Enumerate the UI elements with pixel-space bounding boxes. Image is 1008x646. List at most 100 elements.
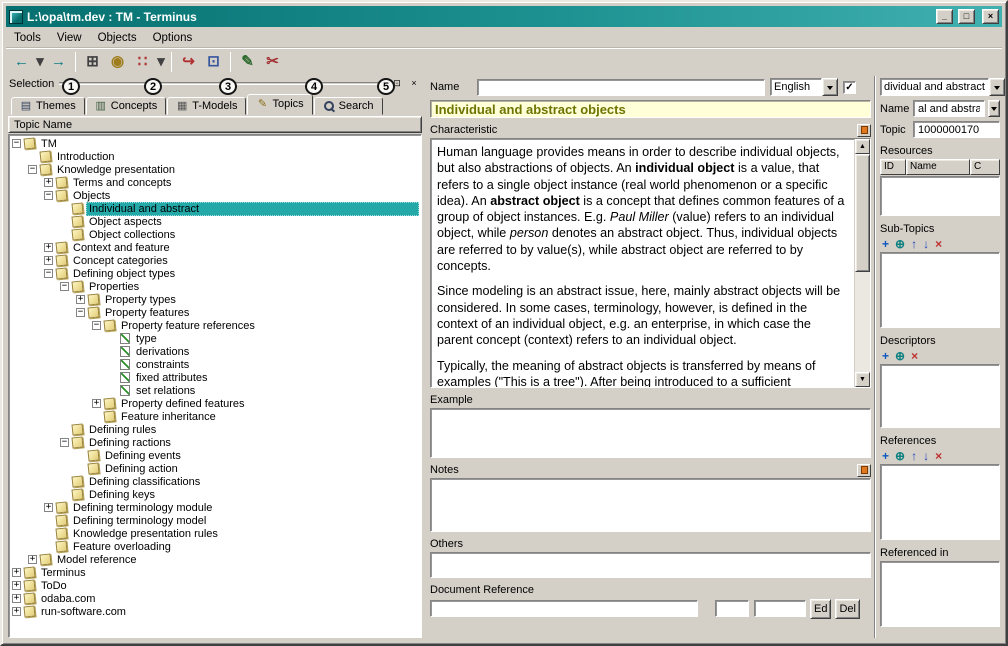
expand-icon[interactable]: + [44, 503, 53, 512]
referenced-in-list[interactable] [880, 561, 1000, 627]
resources-column-name[interactable]: Name [906, 159, 970, 175]
tree-item-label[interactable]: Individual and abstract [86, 201, 419, 216]
tree-item-label[interactable]: Feature overloading [70, 541, 174, 553]
tree-item-label[interactable]: Defining terminology module [70, 502, 215, 514]
subtopic-move-up-icon[interactable]: ↑ [911, 237, 917, 251]
tree-item-label[interactable]: type [133, 333, 160, 345]
check-out-button[interactable]: ↪ [176, 50, 201, 74]
back-button[interactable]: ← [9, 50, 34, 74]
minimize-button[interactable]: _ [936, 9, 953, 24]
expand-icon[interactable]: + [12, 607, 21, 616]
insert-subtopic-icon[interactable]: + [882, 237, 889, 251]
new-topic-button[interactable]: ∷ [130, 50, 155, 74]
title-bar[interactable]: L:\opa\tm.dev : TM - Terminus _ □ × [6, 6, 1002, 27]
tree-item-object-aspects[interactable]: Object aspects [9, 215, 421, 228]
remove-descriptor-icon[interactable]: × [911, 349, 918, 363]
tree-item-feature-inheritance[interactable]: Feature inheritance [9, 410, 421, 423]
expand-icon[interactable]: + [12, 568, 21, 577]
reference-move-up-icon[interactable]: ↑ [911, 449, 917, 463]
resources-column-id[interactable]: ID [880, 159, 906, 175]
new-topic-menu-button[interactable]: ▾ [155, 50, 167, 74]
remove-reference-icon[interactable]: × [935, 449, 942, 463]
tree-item-derivations[interactable]: derivations [9, 345, 421, 358]
tree-item-label[interactable]: Feature inheritance [118, 411, 219, 423]
tree-item-label[interactable]: Property features [102, 307, 192, 319]
tree-item-constraints[interactable]: constraints [9, 358, 421, 371]
tree-item-run-software-com[interactable]: + run-software.com [9, 605, 421, 618]
tree-item-defining-ractions[interactable]: − Defining ractions [9, 436, 421, 449]
insert-descriptor-icon[interactable]: + [882, 349, 889, 363]
tree-item-defining-action[interactable]: Defining action [9, 462, 421, 475]
tab-topics[interactable]: Topics [247, 94, 313, 115]
document-reference-position-input[interactable] [754, 600, 806, 617]
collapse-icon[interactable]: − [60, 282, 69, 291]
descriptors-list[interactable] [880, 364, 1000, 428]
expand-icon[interactable]: + [28, 555, 37, 564]
hierarchy-view-button[interactable]: ⊞ [80, 50, 105, 74]
scroll-down-button[interactable]: ▼ [855, 372, 870, 387]
tab-search[interactable]: Search [313, 97, 383, 115]
menu-item-view[interactable]: View [49, 30, 90, 46]
tree-column-header[interactable]: Topic Name [8, 116, 422, 133]
menu-item-tools[interactable]: Tools [6, 30, 49, 46]
collapse-icon[interactable]: − [76, 308, 85, 317]
expand-icon[interactable]: + [92, 399, 101, 408]
subtopic-move-down-icon[interactable]: ↓ [923, 237, 929, 251]
tree-item-label[interactable]: constraints [133, 359, 192, 371]
scroll-up-button[interactable]: ▲ [855, 139, 870, 154]
tree-item-defining-rules[interactable]: Defining rules [9, 423, 421, 436]
assign-subtopic-icon[interactable]: ⊕ [895, 237, 905, 251]
collapse-icon[interactable]: − [44, 269, 53, 278]
expand-icon[interactable]: + [44, 178, 53, 187]
language-combo-arrow[interactable] [822, 78, 838, 96]
tree-item-object-collections[interactable]: Object collections [9, 228, 421, 241]
characteristic-text[interactable]: Human language provides means in order t… [431, 139, 854, 387]
others-textarea[interactable] [430, 552, 871, 578]
tree-item-label[interactable]: set relations [133, 385, 198, 397]
tree-item-label[interactable]: Property feature references [118, 320, 258, 332]
tree-item-individual-and-abstract[interactable]: Individual and abstract [9, 201, 421, 216]
tree-item-knowledge-presentation[interactable]: − Knowledge presentation [9, 163, 421, 176]
tree-item-property-defined-features[interactable]: + Property defined features [9, 397, 421, 410]
tree-item-label[interactable]: ToDo [38, 580, 70, 592]
tree-item-label[interactable]: Defining action [102, 463, 181, 475]
remove-subtopic-icon[interactable]: × [935, 237, 942, 251]
tree-item-label[interactable]: Knowledge presentation rules [70, 528, 221, 540]
tree-item-concept-categories[interactable]: + Concept categories [9, 254, 421, 267]
tab-t-models[interactable]: T-Models [167, 97, 247, 115]
tree-item-defining-keys[interactable]: Defining keys [9, 488, 421, 501]
tree-item-label[interactable]: Object aspects [86, 216, 165, 228]
edit-properties-button[interactable]: ✎ [235, 50, 260, 74]
notes-textarea[interactable] [430, 478, 871, 532]
insert-reference-icon[interactable]: + [882, 449, 889, 463]
tree-item-introduction[interactable]: Introduction [9, 150, 421, 163]
tree-item-properties[interactable]: − Properties [9, 280, 421, 293]
characteristic-scrollbar[interactable]: ▲ ▼ [854, 139, 870, 387]
references-list[interactable] [880, 464, 1000, 540]
tree-item-label[interactable]: Concept categories [70, 255, 171, 267]
subtopics-list[interactable] [880, 252, 1000, 328]
sidebar-name-more-button[interactable] [988, 100, 1000, 117]
tree-item-label[interactable]: Terms and concepts [70, 177, 174, 189]
tree-item-label[interactable]: Property defined features [118, 398, 248, 410]
tree-item-tm[interactable]: − TM [9, 137, 421, 150]
topic-name-input[interactable] [477, 78, 765, 96]
tree-item-label[interactable]: TM [38, 138, 60, 150]
collapse-icon[interactable]: − [92, 321, 101, 330]
expand-icon[interactable]: + [44, 243, 53, 252]
tree-item-property-features[interactable]: − Property features [9, 306, 421, 319]
tree-item-label[interactable]: Defining rules [86, 424, 159, 436]
theme-view-button[interactable]: ◉ [105, 50, 130, 74]
language-checkbox[interactable]: ✓ [843, 80, 856, 94]
tree-item-defining-events[interactable]: Defining events [9, 449, 421, 462]
resources-column-c[interactable]: C [970, 159, 1000, 175]
maximize-button[interactable]: □ [958, 9, 975, 24]
tree-item-label[interactable]: fixed attributes [133, 372, 211, 384]
menu-item-objects[interactable]: Objects [90, 30, 145, 46]
tree-item-label[interactable]: Context and feature [70, 242, 173, 254]
expand-icon[interactable]: + [12, 594, 21, 603]
reference-move-down-icon[interactable]: ↓ [923, 449, 929, 463]
tree-item-label[interactable]: Property types [102, 294, 179, 306]
collapse-icon[interactable]: − [28, 165, 37, 174]
topic-selector-combo[interactable]: dividual and abstract [880, 78, 1005, 96]
